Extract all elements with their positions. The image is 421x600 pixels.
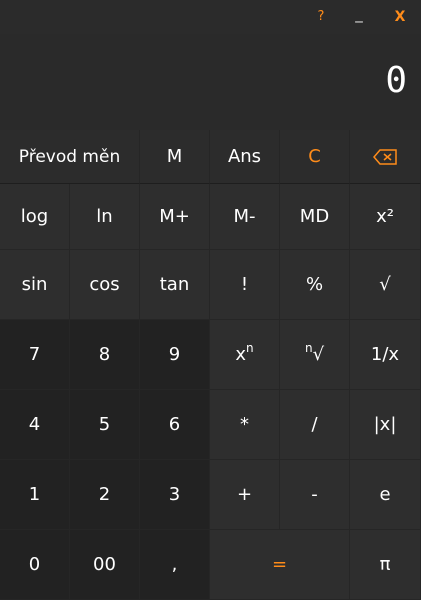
ln-button[interactable]: ln (70, 184, 140, 250)
memory-add-button[interactable]: M+ (140, 184, 210, 250)
nth-root-button[interactable]: n √ (280, 320, 350, 390)
backspace-icon (373, 148, 397, 165)
digit-6-button[interactable]: 6 (140, 390, 210, 460)
cos-button[interactable]: cos (70, 250, 140, 320)
digit-3-button[interactable]: 3 (140, 460, 210, 530)
plus-button[interactable]: + (210, 460, 280, 530)
digit-2-button[interactable]: 2 (70, 460, 140, 530)
digit-4-button[interactable]: 4 (0, 390, 70, 460)
power-button[interactable]: xn (210, 320, 280, 390)
square-button[interactable]: x² (350, 184, 421, 250)
backspace-button[interactable] (350, 130, 421, 184)
euler-button[interactable]: e (350, 460, 421, 530)
ans-button[interactable]: Ans (210, 130, 280, 184)
currency-conversion-button[interactable]: Převod měn (0, 130, 140, 184)
digit-0-button[interactable]: 0 (0, 530, 70, 600)
display-value: 0 (385, 60, 407, 101)
minus-button[interactable]: - (280, 460, 350, 530)
title-bar: ? _ X (0, 0, 421, 34)
square-root-button[interactable]: √ (350, 250, 421, 320)
memory-subtract-button[interactable]: M- (210, 184, 280, 250)
minimize-button[interactable]: _ (348, 3, 370, 25)
reciprocal-button[interactable]: 1/x (350, 320, 421, 390)
multiply-button[interactable]: * (210, 390, 280, 460)
digit-1-button[interactable]: 1 (0, 460, 70, 530)
power-base: x (235, 344, 247, 365)
divide-button[interactable]: / (280, 390, 350, 460)
keypad: Převod měn M Ans C log ln M+ M- MD x² si… (0, 130, 421, 600)
tan-button[interactable]: tan (140, 250, 210, 320)
digit-9-button[interactable]: 9 (140, 320, 210, 390)
percent-button[interactable]: % (280, 250, 350, 320)
power-exponent: n (246, 340, 254, 355)
sin-button[interactable]: sin (0, 250, 70, 320)
decimal-comma-button[interactable]: , (140, 530, 210, 600)
double-zero-button[interactable]: 00 (70, 530, 140, 600)
clear-button[interactable]: C (280, 130, 350, 184)
log-button[interactable]: log (0, 184, 70, 250)
close-button[interactable]: X (389, 6, 411, 28)
memory-recall-button[interactable]: M (140, 130, 210, 184)
display-area: 0 (0, 34, 421, 130)
pi-button[interactable]: π (350, 530, 421, 600)
equals-button[interactable]: = (210, 530, 350, 600)
digit-8-button[interactable]: 8 (70, 320, 140, 390)
root-index: n (304, 340, 313, 355)
digit-5-button[interactable]: 5 (70, 390, 140, 460)
factorial-button[interactable]: ! (210, 250, 280, 320)
absolute-value-button[interactable]: |x| (350, 390, 421, 460)
digit-7-button[interactable]: 7 (0, 320, 70, 390)
help-button[interactable]: ? (310, 6, 332, 28)
memory-delete-button[interactable]: MD (280, 184, 350, 250)
root-sign: √ (312, 344, 325, 365)
